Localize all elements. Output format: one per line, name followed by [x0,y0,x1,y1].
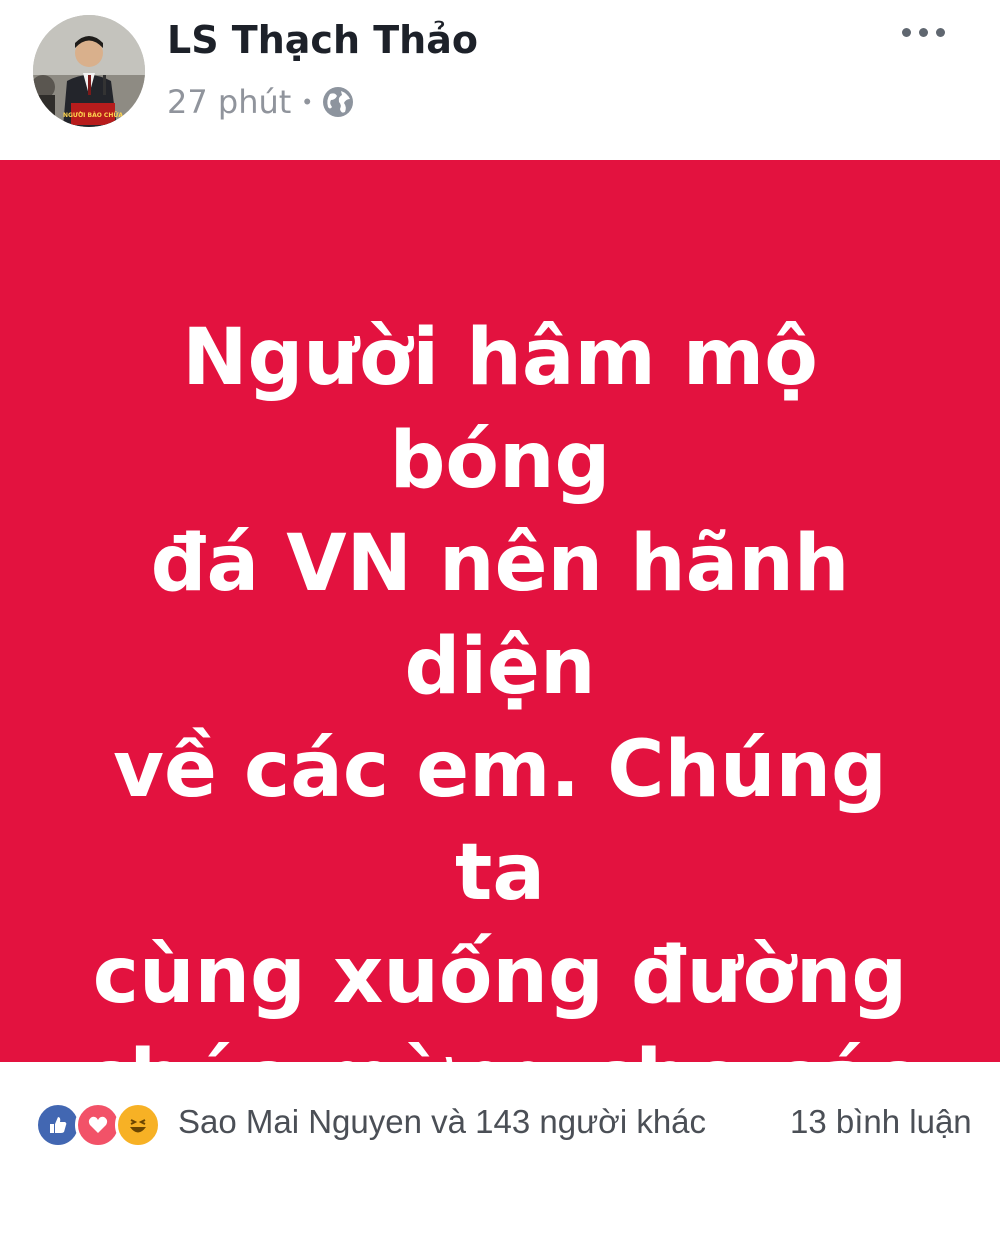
post-time[interactable]: 27 phút [167,83,291,121]
avatar-caption: NGƯỜI BÀO CHỮA [63,112,123,119]
post-text-line: Người hâm mộ bóng [182,313,818,506]
post-meta: 27 phút • [167,82,355,122]
post-text-line: cùng xuống đường [92,931,908,1021]
post-text-line: về các em. Chúng ta [113,725,887,918]
post-header: NGƯỜI BÀO CHỮA LS Thạch Thảo 27 phút • [0,0,1000,160]
post-text-line: đá VN nên hãnh diện [150,519,850,712]
comments-count[interactable]: 13 bình luận [790,1103,972,1141]
meta-separator: • [303,89,312,114]
author-name[interactable]: LS Thạch Thảo [167,18,478,62]
more-options-icon[interactable] [902,28,945,37]
reactions-summary[interactable]: Sao Mai Nguyen và 143 người khác [178,1103,706,1141]
haha-icon [115,1102,161,1148]
author-avatar[interactable]: NGƯỜI BÀO CHỮA [33,15,145,127]
globe-icon [321,85,355,119]
reaction-icons[interactable] [35,1102,161,1148]
